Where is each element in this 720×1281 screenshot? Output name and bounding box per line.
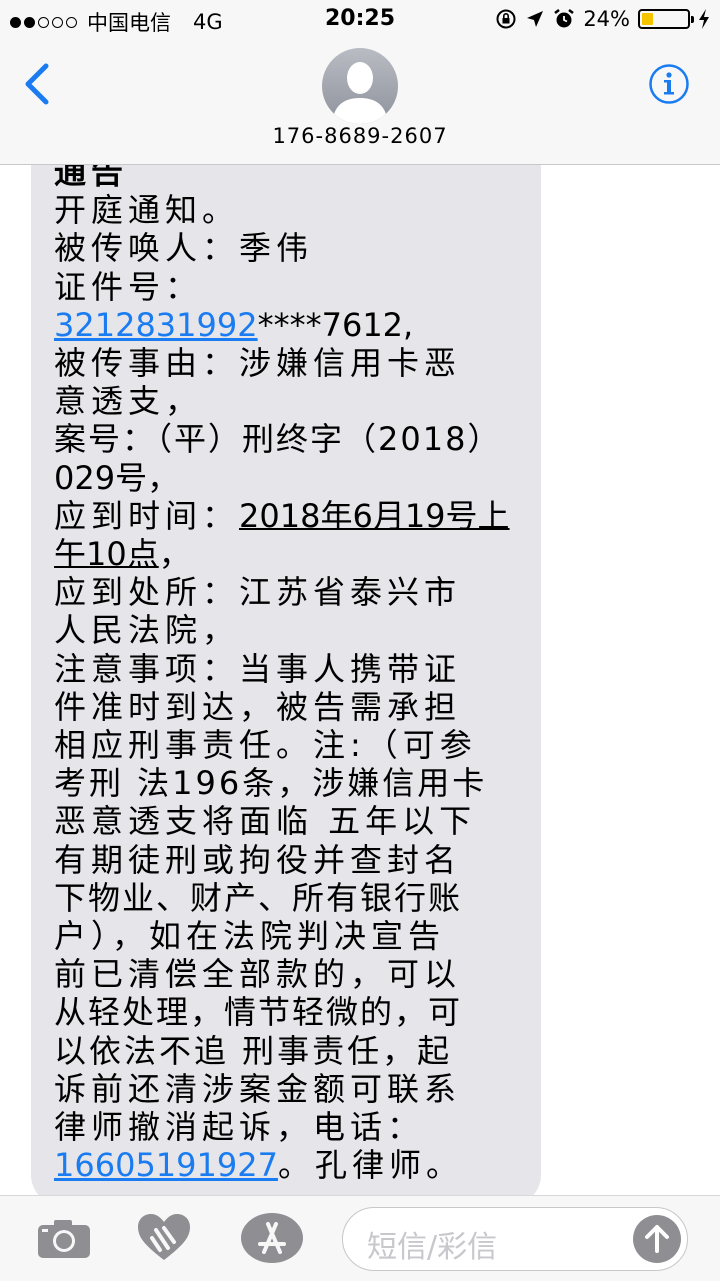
message-input-placeholder: 短信/彩信 — [367, 1230, 498, 1265]
message-thread[interactable]: 通告 开庭通知。 被传唤人：季伟 证件号： 3212831992****7612… — [0, 165, 720, 1195]
person-silhouette-icon — [332, 62, 388, 124]
camera-icon[interactable] — [36, 1218, 92, 1260]
message-text: 通告 开庭通知。 被传唤人：季伟 证件号： 3212831992****7612… — [54, 165, 524, 1184]
rotation-lock-icon — [496, 9, 516, 29]
message-line: 以依法不追 刑事责任，起 — [54, 1031, 453, 1070]
status-right: 24% — [495, 7, 710, 31]
message-line: 律师撤消起诉，电话： — [54, 1108, 425, 1147]
alarm-icon — [554, 9, 575, 28]
message-input[interactable]: 短信/彩信 — [342, 1207, 688, 1271]
date-link[interactable]: 2018年6月19号上 — [239, 497, 510, 535]
app-store-icon[interactable] — [240, 1212, 304, 1264]
compose-toolbar: 短信/彩信 — [0, 1195, 720, 1281]
battery-icon — [638, 9, 694, 29]
message-line: 案号：（平）刑终字（2018） — [54, 420, 502, 459]
message-line: 件准时到达，被告需承担 — [54, 687, 462, 726]
id-number-link[interactable]: 3212831992 — [54, 306, 258, 344]
message-line: 户），如在法院判决宣告 — [54, 917, 446, 956]
message-line: 恶意透支将面临 五年以下 — [54, 802, 477, 841]
message-line: 相应刑事责任。注:（可参 — [54, 726, 477, 765]
message-line: 证件号： — [54, 267, 203, 306]
phone-number-link[interactable]: 16605191927 — [54, 1146, 278, 1184]
message-line: 人民法院， — [54, 611, 240, 650]
message-line: 考刑 法196条，涉嫌信用卡 — [54, 764, 488, 803]
location-arrow-icon — [527, 11, 544, 27]
message-line: 从轻处理，情节轻微的，可 — [54, 993, 463, 1032]
charging-bolt-icon — [699, 9, 709, 29]
message-line: 。孔律师。 — [277, 1146, 463, 1185]
message-line: 前已清偿全部款的，可以 — [54, 955, 462, 994]
contact-phone-number[interactable]: 176-8689-2607 — [0, 124, 720, 148]
message-line: 029号， — [54, 458, 180, 497]
chevron-left-icon[interactable] — [18, 62, 58, 106]
message-line: 开庭通知。 — [54, 191, 240, 230]
message-line: 被传事由：涉嫌信用卡恶 — [54, 344, 462, 383]
message-line: 应到时间： — [54, 496, 240, 535]
message-line: ， — [158, 535, 196, 574]
message-line: 被传唤人：季伟 — [54, 229, 314, 268]
message-line: 诉前还清涉案金额可联系 — [54, 1069, 462, 1108]
message-line: 意透支， — [54, 382, 203, 421]
message-line: 下物业、财产、所有银行账 — [54, 878, 463, 917]
status-bar: 中国电信 4G 20:25 24% — [0, 0, 720, 40]
message-line: 有期徒刑或拘役并查封名 — [54, 840, 462, 879]
conversation-header: 176-8689-2607 — [0, 40, 720, 165]
message-line: ****7612, — [257, 305, 414, 344]
contact-avatar[interactable] — [322, 48, 398, 124]
message-line: 注意事项：当事人携带证 — [54, 649, 462, 688]
heart-hands-icon[interactable] — [136, 1212, 192, 1264]
date-link-continued[interactable]: 午10点 — [54, 535, 159, 573]
battery-percent: 24% — [583, 7, 630, 31]
arrow-up-icon — [645, 1225, 669, 1253]
message-heading: 通告 — [54, 165, 129, 191]
message-line: 应到处所：江苏省泰兴市 — [54, 573, 462, 612]
send-button[interactable] — [633, 1215, 681, 1263]
info-icon[interactable] — [648, 63, 690, 105]
